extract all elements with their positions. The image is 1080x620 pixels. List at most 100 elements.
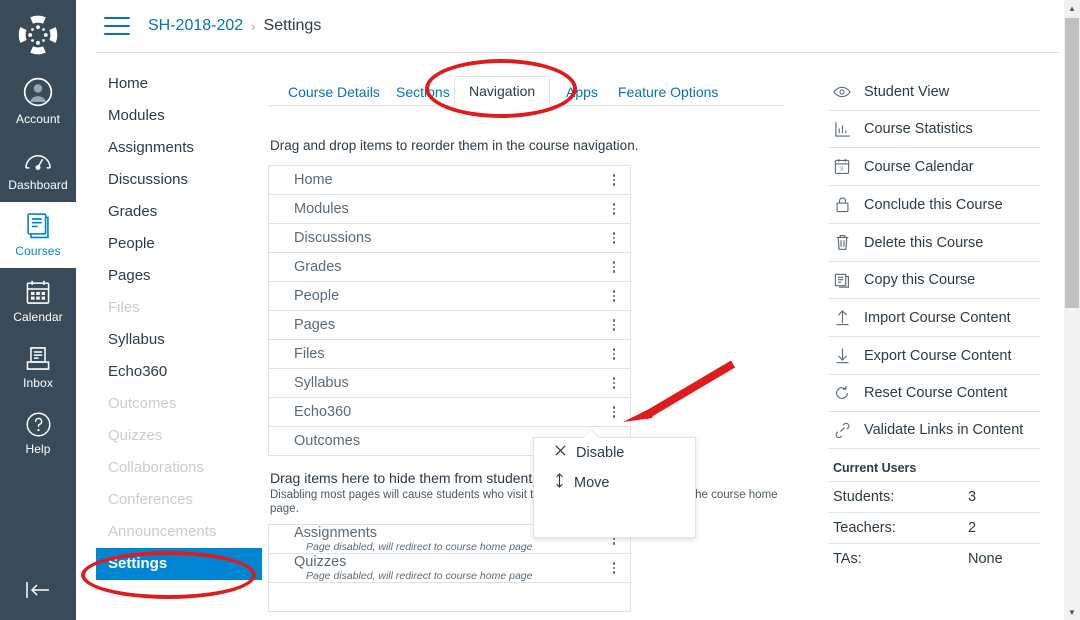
scroll-down-arrow-icon[interactable]: ▼ xyxy=(1064,604,1080,620)
course-nav-item-discussions[interactable]: Discussions xyxy=(96,164,262,196)
kebab-menu-icon[interactable] xyxy=(607,375,621,391)
course-nav-item-quizzes[interactable]: Quizzes xyxy=(96,420,262,452)
table-row[interactable]: Syllabus xyxy=(269,369,630,398)
menu-item-label: Disable xyxy=(576,444,625,461)
course-nav-item-home[interactable]: Home xyxy=(96,68,262,100)
refresh-circle-icon xyxy=(833,385,851,401)
settings-tabs: Course Details Sections Navigation Apps … xyxy=(268,74,784,106)
course-statistics-button[interactable]: Course Statistics xyxy=(828,111,1040,148)
validate-links-button[interactable]: Validate Links in Content xyxy=(828,412,1040,449)
copy-course-button[interactable]: Copy this Course xyxy=(828,262,1040,299)
student-view-button[interactable]: Student View xyxy=(828,74,1040,111)
menu-item-move[interactable]: Move xyxy=(534,467,695,498)
stats-chart-icon xyxy=(833,121,851,137)
svg-text:3: 3 xyxy=(840,167,843,173)
table-row[interactable] xyxy=(269,583,630,612)
lock-icon xyxy=(833,196,851,213)
tab-feature-options[interactable]: Feature Options xyxy=(608,78,728,106)
nav-item-label: Echo360 xyxy=(294,404,352,420)
global-nav-item-help[interactable]: Help xyxy=(0,400,76,466)
course-nav-item-grades[interactable]: Grades xyxy=(96,196,262,228)
table-row[interactable]: Grades xyxy=(269,253,630,282)
global-nav-label: Inbox xyxy=(23,376,53,390)
course-nav-item-people[interactable]: People xyxy=(96,228,262,260)
kebab-menu-icon[interactable] xyxy=(607,560,621,576)
calendar-icon xyxy=(25,276,51,306)
nav-item-label: Files xyxy=(294,346,325,362)
tab-course-details[interactable]: Course Details xyxy=(278,78,390,106)
table-row: Students: 3 xyxy=(828,481,1040,512)
import-course-content-button[interactable]: Import Course Content xyxy=(828,299,1040,337)
course-nav-item-settings[interactable]: Settings xyxy=(96,548,262,580)
kebab-menu-icon[interactable] xyxy=(607,346,621,362)
global-nav-label: Courses xyxy=(15,244,61,258)
canvas-logo[interactable] xyxy=(0,0,76,70)
hidden-section-heading: Drag items here to hide them from studen… xyxy=(270,470,544,486)
course-nav-item-outcomes[interactable]: Outcomes xyxy=(96,388,262,420)
course-nav-item-syllabus[interactable]: Syllabus xyxy=(96,324,262,356)
tab-apps[interactable]: Apps xyxy=(556,78,608,106)
collapse-nav-icon[interactable] xyxy=(0,570,76,610)
course-nav-item-collaborations[interactable]: Collaborations xyxy=(96,452,262,484)
table-row[interactable]: Files xyxy=(269,340,630,369)
arrow-up-import-icon xyxy=(833,309,851,326)
course-nav-item-pages[interactable]: Pages xyxy=(96,260,262,292)
conclude-course-button[interactable]: Conclude this Course xyxy=(828,186,1040,224)
global-nav-item-courses[interactable]: Courses xyxy=(0,202,76,268)
table-row[interactable]: Quizzes Page disabled, will redirect to … xyxy=(269,554,630,583)
course-nav-item-conferences[interactable]: Conferences xyxy=(96,484,262,516)
table-row[interactable]: Pages xyxy=(269,311,630,340)
user-role-label: TAs: xyxy=(833,551,862,567)
tab-navigation[interactable]: Navigation xyxy=(454,76,551,106)
kebab-menu-icon[interactable] xyxy=(607,259,621,275)
sidebar-button-label: Export Course Content xyxy=(864,347,1012,364)
kebab-menu-icon[interactable] xyxy=(607,317,621,333)
global-nav-item-dashboard[interactable]: Dashboard xyxy=(0,136,76,202)
menu-item-disable[interactable]: Disable xyxy=(534,438,695,467)
sidebar-button-label: Delete this Course xyxy=(864,234,984,251)
scrollbar-thumb[interactable] xyxy=(1065,18,1079,308)
breadcrumb-separator: › xyxy=(251,18,256,34)
course-nav-item-announcements[interactable]: Announcements xyxy=(96,516,262,548)
kebab-menu-icon[interactable] xyxy=(607,172,621,188)
dashboard-gauge-icon xyxy=(23,144,53,174)
table-row[interactable]: Home xyxy=(269,166,630,195)
user-role-label: Teachers: xyxy=(833,520,896,536)
scroll-up-arrow-icon[interactable]: ▲ xyxy=(1064,0,1080,16)
course-calendar-button[interactable]: 3 Course Calendar xyxy=(828,148,1040,186)
table-row[interactable]: Modules xyxy=(269,195,630,224)
canvas-settings-page: Account Dashboard Courses Calendar Inbox… xyxy=(0,0,1080,620)
nav-item-label: Home xyxy=(294,172,333,188)
kebab-menu-icon[interactable] xyxy=(607,404,621,420)
nav-item-label: Discussions xyxy=(294,230,372,246)
nav-item-sublabel: Page disabled, will redirect to course h… xyxy=(306,540,533,553)
course-nav-item-files[interactable]: Files xyxy=(96,292,262,324)
table-row[interactable]: Echo360 xyxy=(269,398,630,427)
delete-course-button[interactable]: Delete this Course xyxy=(828,224,1040,262)
nav-item-label: Grades xyxy=(294,259,342,275)
calendar-icon: 3 xyxy=(833,158,851,175)
kebab-menu-icon[interactable] xyxy=(607,288,621,304)
user-circle-icon xyxy=(22,77,54,108)
reset-course-content-button[interactable]: Reset Course Content xyxy=(828,375,1040,412)
hamburger-menu-icon[interactable] xyxy=(104,17,130,35)
global-nav-label: Account xyxy=(15,112,61,126)
course-nav-item-echo360[interactable]: Echo360 xyxy=(96,356,262,388)
sidebar-button-label: Import Course Content xyxy=(864,309,1011,326)
global-nav-item-calendar[interactable]: Calendar xyxy=(0,268,76,334)
export-course-content-button[interactable]: Export Course Content xyxy=(828,337,1040,375)
kebab-menu-icon[interactable] xyxy=(607,201,621,217)
tab-sections[interactable]: Sections xyxy=(386,78,460,106)
breadcrumb-course-link[interactable]: SH-2018-202 xyxy=(148,17,243,35)
table-row[interactable]: Discussions xyxy=(269,224,630,253)
move-updown-arrow-icon xyxy=(554,473,565,492)
page-scrollbar[interactable]: ▲ ▼ xyxy=(1064,0,1080,620)
user-role-label: Students: xyxy=(833,489,895,505)
table-row[interactable]: People xyxy=(269,282,630,311)
global-nav-item-inbox[interactable]: Inbox xyxy=(0,334,76,400)
global-nav-item-account[interactable]: Account xyxy=(0,70,76,136)
kebab-menu-icon[interactable] xyxy=(607,230,621,246)
course-nav-item-assignments[interactable]: Assignments xyxy=(96,132,262,164)
global-nav-label: Help xyxy=(25,442,51,456)
course-nav-item-modules[interactable]: Modules xyxy=(96,100,262,132)
